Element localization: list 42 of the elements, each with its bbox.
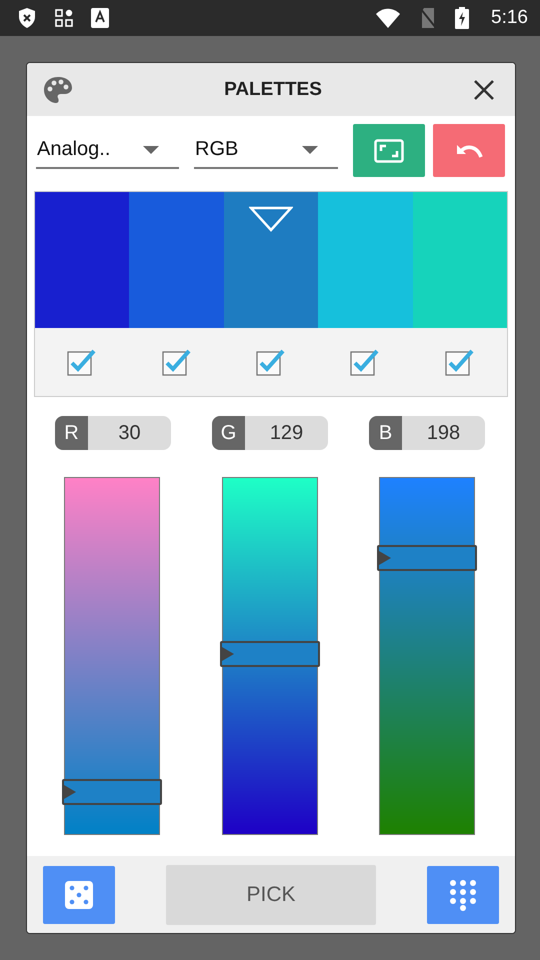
color-swatch[interactable] — [129, 192, 224, 328]
checkbox[interactable] — [350, 348, 380, 376]
dialpad-icon — [448, 878, 478, 910]
channel-slider[interactable] — [222, 477, 318, 835]
slider-handle[interactable] — [220, 640, 320, 667]
channel-value-field[interactable]: B 198 — [369, 416, 485, 450]
dropdown-arrow-icon — [143, 146, 159, 154]
dialog-title: PALETTES — [223, 78, 323, 100]
checkbox[interactable] — [256, 348, 286, 376]
slider-handle[interactable] — [377, 544, 477, 571]
checkbox[interactable] — [67, 348, 98, 376]
battery-charging-icon — [455, 7, 470, 29]
checkbox[interactable] — [444, 348, 475, 376]
slider-handle[interactable] — [62, 779, 162, 805]
random-button[interactable] — [43, 866, 115, 924]
dice-icon — [65, 880, 93, 908]
clock-time: 5:16 — [491, 7, 528, 29]
color-swatch[interactable] — [412, 192, 508, 328]
selected-triangle-icon — [249, 206, 294, 232]
color-swatch[interactable] — [224, 192, 318, 328]
fullscreen-button[interactable] — [353, 124, 425, 177]
color-swatch[interactable] — [35, 192, 130, 328]
apps-icon — [55, 9, 73, 27]
pick-button[interactable]: PICK — [166, 864, 376, 924]
palette-icon — [43, 76, 73, 104]
scheme-dropdown[interactable]: Analog.. — [36, 132, 179, 168]
undo-icon — [455, 142, 483, 158]
fullscreen-icon — [374, 138, 404, 162]
dropdown-arrow-icon — [302, 146, 318, 154]
font-icon — [91, 8, 109, 28]
checkbox[interactable] — [162, 348, 192, 376]
channel-value-field[interactable]: R 30 — [55, 416, 171, 450]
color-swatch[interactable] — [318, 192, 413, 328]
dialpad-button[interactable] — [427, 866, 499, 924]
shield-icon — [17, 7, 37, 29]
close-icon[interactable] — [473, 78, 495, 100]
channel-value-field[interactable]: G 129 — [212, 416, 328, 450]
wifi-icon — [375, 8, 402, 28]
channel-slider[interactable] — [64, 477, 160, 835]
channel-slider[interactable] — [379, 477, 475, 835]
mode-dropdown[interactable]: RGB — [194, 132, 338, 168]
undo-button[interactable] — [433, 124, 505, 177]
